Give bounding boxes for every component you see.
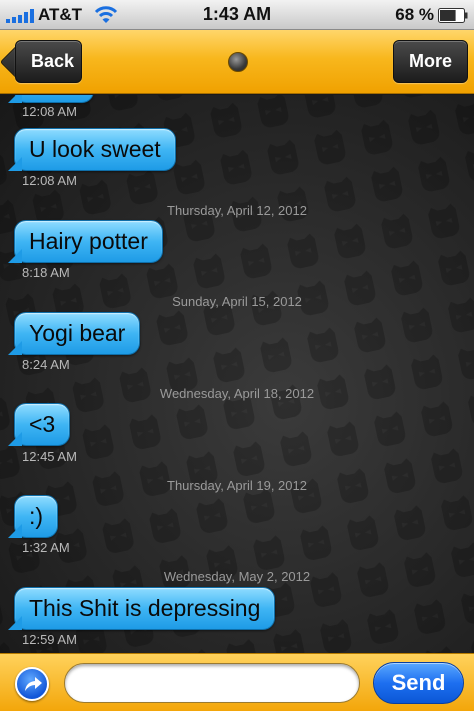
battery-icon: [438, 8, 468, 23]
date-separator: Thursday, April 19, 2012: [167, 478, 307, 493]
message-timestamp: 12:45 AM: [22, 449, 77, 464]
message-input[interactable]: [64, 663, 360, 703]
date-separator: Wednesday, April 18, 2012: [159, 386, 315, 401]
send-button[interactable]: Send: [373, 662, 464, 704]
message-bubble[interactable]: <3: [7, 403, 71, 446]
message-bubble[interactable]: [8, 95, 94, 103]
date-separator: Sunday, April 15, 2012: [172, 294, 302, 309]
back-button[interactable]: Back: [15, 40, 82, 83]
message-bubble[interactable]: Yogi bear: [7, 312, 141, 355]
status-dot-icon: [228, 52, 248, 72]
message-timestamp: 8:18 AM: [22, 265, 70, 280]
message-bubble[interactable]: Hairy potter: [8, 220, 163, 263]
message-timestamp: 1:32 AM: [22, 540, 70, 555]
date-separator: Wednesday, May 2, 2012: [163, 569, 311, 584]
back-button-wrap: Back: [0, 30, 100, 94]
message-timestamp: 8:24 AM: [22, 357, 70, 372]
message-bubble[interactable]: U look sweet: [8, 128, 176, 171]
status-bar: AT&T 1:43 AM 68 %: [0, 0, 474, 30]
message-timestamp: 12:59 AM: [22, 632, 77, 647]
chat-thread[interactable]: 12:08 AM U look sweet 12:08 AM Thursday,…: [0, 95, 474, 653]
nav-bar: Back More: [0, 30, 474, 94]
battery-percentage: 68 %: [395, 5, 434, 24]
share-arrow-icon: [25, 677, 42, 691]
message-bubble[interactable]: This Shit is depressing: [7, 587, 276, 630]
message-bubble[interactable]: :): [7, 495, 59, 538]
share-button[interactable]: [15, 667, 49, 701]
composer-bar: Send: [0, 653, 474, 711]
message-timestamp: 12:08 AM: [22, 173, 77, 188]
date-separator: Thursday, April 12, 2012: [167, 203, 307, 218]
message-timestamp: 12:08 AM: [22, 104, 77, 119]
more-button[interactable]: More: [393, 40, 468, 83]
